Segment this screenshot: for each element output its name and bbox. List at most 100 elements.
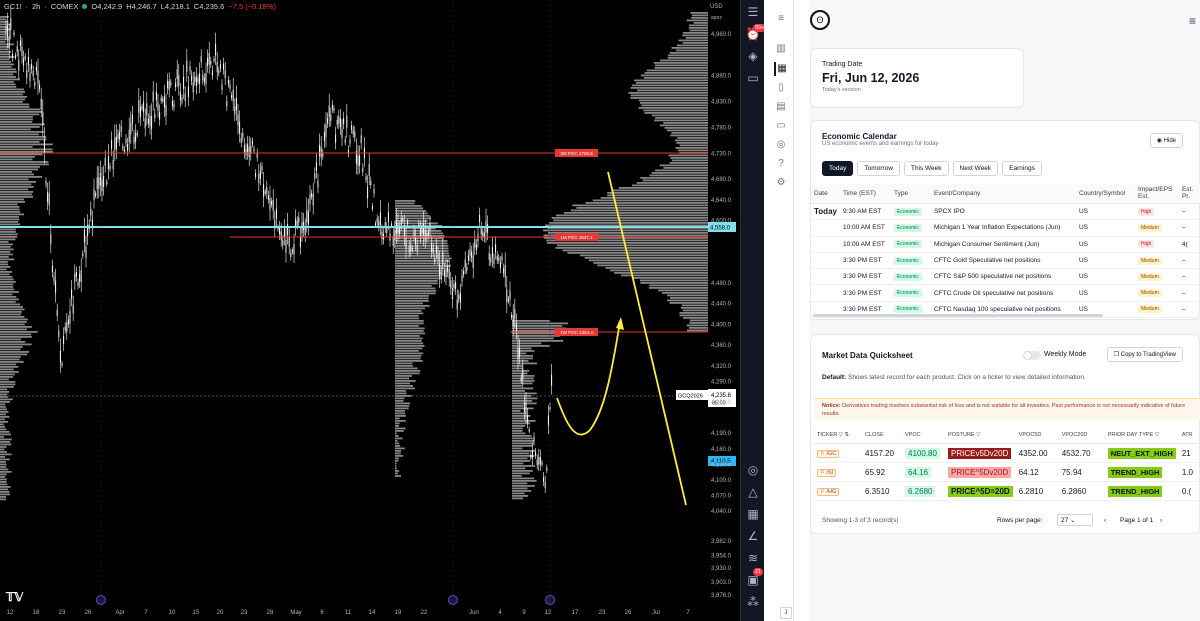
folder-icon[interactable]: ▭ bbox=[774, 119, 788, 133]
econ-impact: Medium bbox=[1134, 301, 1179, 319]
hamburger-menu-icon[interactable]: ≡ bbox=[1189, 14, 1196, 28]
volume-profile-bar bbox=[395, 282, 438, 285]
volume-profile-bar bbox=[543, 229, 708, 232]
col-header[interactable]: ATR bbox=[1178, 427, 1200, 444]
settings-gear-icon[interactable]: ⚙ bbox=[774, 176, 788, 190]
next-page-icon[interactable]: › bbox=[1160, 517, 1162, 524]
candle-body bbox=[336, 120, 338, 125]
ticker-badge[interactable]: ⚐ /HG bbox=[817, 488, 840, 496]
col-header[interactable]: TICKER ▽ ⇅ bbox=[814, 427, 862, 444]
market-row[interactable]: ⚐ /HG 6.3510 6.2680 PRICE^5D=20D 6.2810 6.286… bbox=[814, 481, 1200, 501]
econ-row[interactable]: 3:30 PM EST Economic CFTC Gold Speculative… bbox=[811, 252, 1200, 270]
econ-row[interactable]: Today 9:30 AM EST Economic SPCX IPO US High – bbox=[811, 203, 1200, 221]
tradingview-logo[interactable]: 𝕋𝕍 bbox=[6, 590, 23, 604]
price-chart-pane[interactable]: 3M POC 4705.8 1M POC 4537.1 1W POC 4354.4 4… bbox=[0, 0, 740, 621]
pen-icon[interactable]: ∠ bbox=[745, 528, 761, 544]
econ-row[interactable]: 3:30 PM EST Economic CFTC S&P 500 speculat… bbox=[811, 268, 1200, 286]
ticker-badge[interactable]: ⚐ /SI bbox=[817, 469, 837, 477]
candle-body bbox=[131, 114, 133, 124]
watchlist-icon[interactable]: ☰ bbox=[745, 4, 761, 20]
ticker-cell[interactable]: ⚐ /GC bbox=[814, 443, 862, 463]
col-header[interactable]: CLOSE bbox=[862, 427, 902, 444]
tab-next-week[interactable]: Next Week bbox=[952, 161, 999, 176]
candle-body bbox=[386, 227, 388, 233]
candle-body bbox=[431, 243, 433, 252]
volume-profile-bar bbox=[0, 428, 7, 431]
candle-body bbox=[408, 246, 410, 253]
collapse-button[interactable]: J bbox=[780, 607, 792, 619]
price-chart[interactable]: 3M POC 4705.8 1M POC 4537.1 1W POC 4354.4 4… bbox=[0, 0, 740, 621]
volume-profile-bar bbox=[0, 121, 33, 123]
volume-profile-bar bbox=[592, 199, 708, 202]
volume-profile-bar bbox=[0, 483, 8, 486]
ticker-cell[interactable]: ⚐ /HG bbox=[814, 481, 862, 501]
tab-this-week[interactable]: This Week bbox=[903, 161, 949, 176]
menu-icon[interactable]: ≡ bbox=[774, 12, 788, 26]
interval-text[interactable]: 2h bbox=[32, 2, 40, 11]
col-header[interactable]: Date bbox=[811, 183, 840, 204]
market-row[interactable]: ⚐ /GC 4157.20 4100.80 PRICEv5Dv20D 4352.00 45… bbox=[814, 443, 1200, 463]
copy-to-tradingview-button[interactable]: ❐ Copy to TradingView bbox=[1106, 347, 1183, 362]
econ-row[interactable]: 10:00 AM EST Economic Michigan Consumer Se… bbox=[811, 236, 1200, 253]
volume-profile-bar bbox=[0, 358, 20, 361]
candle-body bbox=[179, 91, 181, 101]
col-header[interactable]: VPOC bbox=[902, 427, 945, 444]
candle-body bbox=[472, 255, 474, 268]
volume-profile-bar bbox=[0, 416, 10, 418]
highlight-price-text: 4,558.0 bbox=[710, 226, 731, 232]
col-header[interactable]: Impact/EPS Est. bbox=[1134, 183, 1179, 204]
col-header[interactable]: POSTURE ▽ bbox=[945, 427, 1016, 444]
calendar-icon[interactable]: ▦ bbox=[745, 506, 761, 522]
volume-profile-bar bbox=[395, 220, 428, 222]
col-header[interactable]: VPOC20D bbox=[1058, 427, 1105, 444]
help-icon[interactable]: ? bbox=[774, 157, 788, 171]
rows-per-page-label: Rows per page: bbox=[997, 517, 1043, 524]
ticker-badge[interactable]: ⚐ /GC bbox=[817, 450, 840, 458]
volume-profile-bar bbox=[0, 453, 12, 456]
tab-today[interactable]: Today bbox=[822, 161, 854, 176]
col-header[interactable]: Event/Company bbox=[930, 183, 1076, 204]
rows-per-page-select[interactable]: 27 ⌄ bbox=[1057, 514, 1093, 526]
price-tick-label: 4,160.0 bbox=[711, 447, 732, 453]
market-row[interactable]: ⚐ /SI 65.92 64.16 PRICE^5Dv20D 64.12 75.94 TRE… bbox=[814, 462, 1200, 482]
target-icon[interactable]: ◎ bbox=[745, 462, 761, 478]
apps-grid-icon[interactable]: ⁂ bbox=[745, 594, 761, 610]
weekly-mode-toggle[interactable] bbox=[1023, 351, 1041, 360]
econ-date bbox=[811, 236, 840, 253]
signal-icon[interactable]: ≋ bbox=[745, 550, 761, 566]
volume-profile-bar bbox=[512, 357, 533, 360]
document-icon[interactable]: ▤ bbox=[774, 100, 788, 114]
econ-row[interactable]: 10:00 AM EST Economic Michigan 1 Year Infl… bbox=[811, 219, 1200, 237]
volume-profile-bar bbox=[512, 392, 537, 395]
col-header[interactable]: Type bbox=[890, 183, 931, 204]
horizontal-scrollbar[interactable] bbox=[813, 314, 1103, 317]
col-header[interactable]: VPOC5D bbox=[1015, 427, 1059, 444]
symbol-text[interactable]: GC1! bbox=[4, 2, 22, 11]
ticker-cell[interactable]: ⚐ /SI bbox=[814, 462, 862, 482]
col-header[interactable]: Country/Symbol bbox=[1075, 183, 1135, 204]
col-header[interactable]: Time (EST) bbox=[839, 183, 891, 204]
chat-icon[interactable]: ▭ bbox=[745, 70, 761, 86]
bar-chart-icon[interactable]: ▥ bbox=[774, 42, 788, 56]
hide-button[interactable]: ◉ Hide bbox=[1149, 133, 1183, 148]
volume-profile-bar bbox=[512, 420, 536, 422]
candle-body bbox=[351, 125, 353, 130]
candle-body bbox=[170, 82, 172, 86]
econ-row[interactable]: 3:30 PM EST Economic CFTC Crude Oil specul… bbox=[811, 284, 1200, 302]
col-header[interactable]: PRIOR DAY TYPE ▽ bbox=[1104, 427, 1179, 444]
tab-earnings[interactable]: Earnings bbox=[1002, 161, 1042, 176]
layers-icon[interactable]: ◈ bbox=[745, 48, 761, 64]
col-header[interactable]: Est. Pr. bbox=[1178, 183, 1200, 204]
table-icon[interactable]: ▦ bbox=[774, 62, 788, 76]
candle-body bbox=[469, 248, 471, 256]
candle-body bbox=[335, 134, 337, 143]
prev-page-icon[interactable]: ‹ bbox=[1104, 517, 1106, 524]
target-icon[interactable]: ◎ bbox=[774, 138, 788, 152]
candle-body bbox=[551, 374, 553, 386]
volume-profile-bar bbox=[395, 420, 406, 422]
tab-tomorrow[interactable]: Tomorrow bbox=[857, 161, 900, 176]
candle-body bbox=[258, 173, 260, 184]
candle-body bbox=[27, 56, 29, 66]
triangle-icon[interactable]: △ bbox=[745, 484, 761, 500]
book-icon[interactable]: ▯ bbox=[774, 81, 788, 95]
